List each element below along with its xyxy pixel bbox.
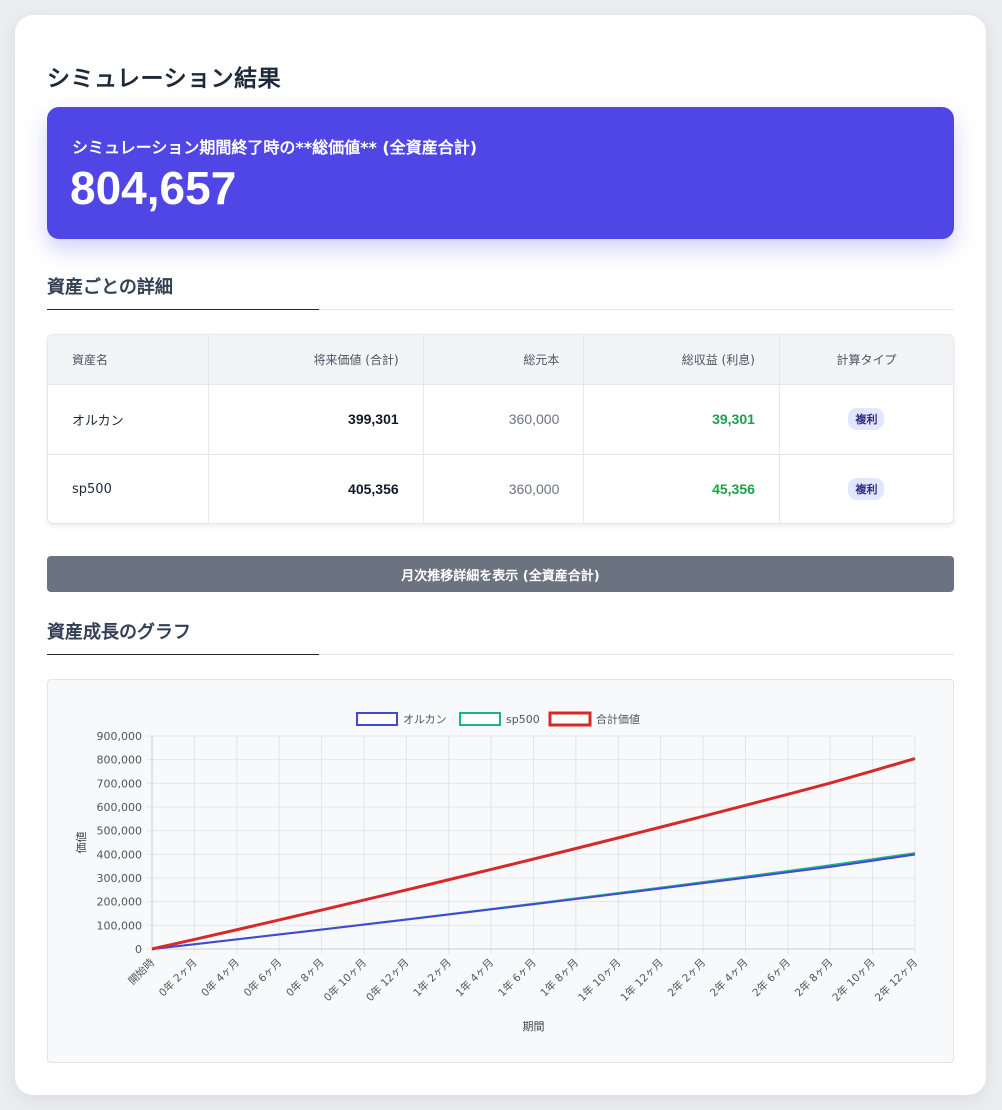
- calc-type-badge: 複利: [848, 408, 885, 430]
- graph-section-accent: [47, 654, 319, 655]
- col-header-principal: 総元本: [423, 335, 585, 384]
- y-tick-label: 800,000: [97, 754, 143, 767]
- cell-calc-type: 複利: [779, 453, 953, 523]
- x-tick-label: 0年 8ヶ月: [283, 956, 326, 999]
- legend-label: sp500: [506, 713, 540, 726]
- details-section-accent: [47, 309, 319, 310]
- x-tick-label: 0年 10ヶ月: [321, 956, 369, 1004]
- y-tick-label: 300,000: [97, 872, 143, 885]
- x-tick-label: 1年 8ヶ月: [538, 956, 581, 999]
- table-row: オルカン 399,301 360,000 39,301 複利: [48, 383, 953, 454]
- y-tick-label: 100,000: [97, 919, 143, 932]
- legend-label: 合計価値: [596, 712, 640, 726]
- cell-principal: 360,000: [423, 453, 585, 523]
- col-header-future-value: 将来価値 (合計): [208, 335, 424, 384]
- x-tick-label: 開始時: [126, 956, 158, 988]
- cell-future-value: 399,301: [208, 383, 424, 454]
- y-axis-title: 価値: [75, 832, 88, 854]
- x-tick-label: 2年 6ヶ月: [750, 956, 793, 999]
- total-value-amount: 804,657: [70, 162, 237, 214]
- page-title: シミュレーション結果: [47, 66, 282, 92]
- legend-swatch: [356, 712, 398, 726]
- table-header-row: 資産名 将来価値 (合計) 総元本 総収益 (利息) 計算タイプ: [48, 335, 953, 384]
- cell-principal: 360,000: [423, 383, 585, 454]
- x-tick-label: 1年 10ヶ月: [575, 956, 623, 1004]
- x-tick-label: 0年 2ヶ月: [156, 956, 199, 999]
- table-row: sp500 405,356 360,000 45,356 複利: [48, 453, 953, 523]
- calc-type-badge: 複利: [848, 478, 885, 501]
- x-tick-label: 2年 12ヶ月: [872, 956, 920, 1004]
- cell-gain: 39,301: [583, 383, 780, 454]
- legend-label: オルカン: [403, 713, 447, 726]
- legend-swatch: [548, 711, 592, 727]
- x-tick-label: 1年 2ヶ月: [411, 956, 454, 999]
- cell-future-value: 405,356: [208, 453, 424, 523]
- x-tick-label: 2年 4ヶ月: [707, 956, 750, 999]
- graph-section-title: 資産成長のグラフ: [47, 622, 191, 643]
- x-tick-label: 1年 4ヶ月: [453, 956, 496, 999]
- x-tick-label: 0年 12ヶ月: [363, 956, 411, 1004]
- total-value-label: シミュレーション期間終了時の**総価値** (全資産合計): [72, 138, 478, 157]
- x-tick-label: 1年 6ヶ月: [495, 956, 538, 999]
- asset-growth-chart: 0 100,000 200,000 300,000 400,000 500,000 600,…: [47, 679, 954, 1063]
- x-tick-label: 1年 12ヶ月: [618, 956, 666, 1004]
- x-tick-label: 2年 2ヶ月: [665, 956, 708, 999]
- col-header-calc-type: 計算タイプ: [779, 335, 953, 384]
- asset-details-table: 資産名 将来価値 (合計) 総元本 総収益 (利息) 計算タイプ オルカン 39…: [47, 334, 954, 524]
- y-tick-label: 700,000: [97, 777, 143, 790]
- show-monthly-details-button[interactable]: 月次推移詳細を表示 (全資産合計): [47, 556, 954, 592]
- col-header-gain: 総収益 (利息): [583, 335, 780, 384]
- cell-calc-type: 複利: [779, 383, 953, 454]
- cell-gain: 45,356: [583, 453, 780, 523]
- legend-swatch: [459, 712, 501, 726]
- y-tick-label: 0: [135, 943, 142, 956]
- col-header-asset-name: 資産名: [48, 335, 210, 384]
- total-value-banner: シミュレーション期間終了時の**総価値** (全資産合計) 804,657: [47, 107, 954, 239]
- results-card: シミュレーション結果 シミュレーション期間終了時の**総価値** (全資産合計)…: [15, 15, 986, 1095]
- x-tick-label: 0年 4ヶ月: [199, 956, 242, 999]
- cell-asset-name: オルカン: [48, 383, 210, 454]
- y-tick-label: 200,000: [97, 896, 143, 909]
- y-tick-label: 500,000: [97, 825, 143, 838]
- x-tick-label: 2年 10ヶ月: [830, 956, 878, 1004]
- x-tick-label: 2年 8ヶ月: [792, 956, 835, 999]
- y-tick-label: 600,000: [97, 801, 143, 814]
- details-section-title: 資産ごとの詳細: [47, 277, 173, 298]
- x-tick-label: 0年 6ヶ月: [241, 956, 284, 999]
- y-tick-label: 900,000: [97, 730, 143, 743]
- chart-canvas: 0 100,000 200,000 300,000 400,000 500,000 600,…: [75, 711, 920, 1033]
- cell-asset-name: sp500: [48, 453, 210, 523]
- y-tick-label: 400,000: [97, 848, 143, 861]
- x-axis-title: 期間: [523, 1020, 545, 1033]
